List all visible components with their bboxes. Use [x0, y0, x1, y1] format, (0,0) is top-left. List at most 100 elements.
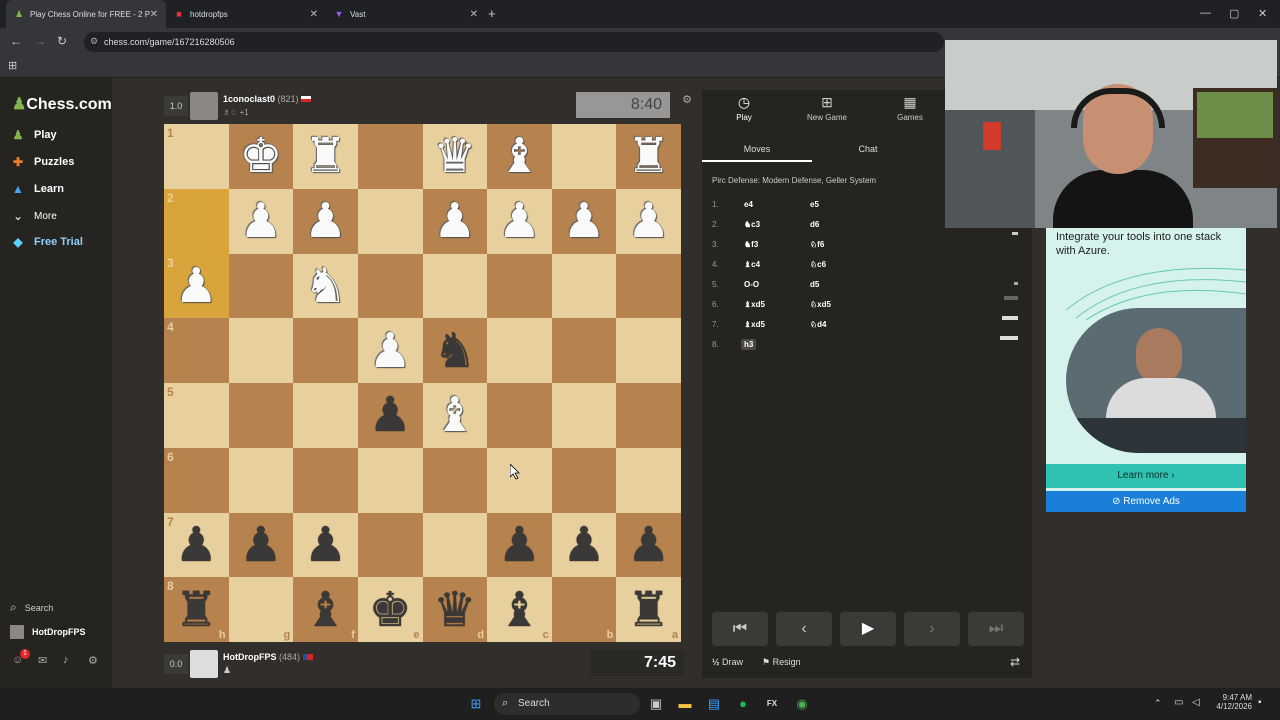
board-square[interactable] — [487, 318, 552, 383]
board-square[interactable]: ♚ — [228, 124, 294, 189]
board-square[interactable] — [487, 383, 552, 448]
board-square[interactable] — [551, 318, 617, 383]
sidebar-item-puzzles[interactable]: ✚ Puzzles — [10, 155, 74, 169]
remove-ads-button[interactable]: ⊘ Remove Ads — [1046, 491, 1246, 512]
board-square[interactable]: ♟ — [228, 188, 294, 254]
white-move[interactable]: ♝xd5 — [744, 300, 765, 309]
board-square[interactable] — [487, 447, 552, 513]
board-square[interactable] — [422, 447, 488, 513]
flip-board-icon[interactable]: ⇄ — [1010, 655, 1020, 669]
back-icon[interactable]: ← — [10, 34, 22, 48]
tab-play[interactable]: ◷ Play — [704, 94, 784, 122]
white-bishop-icon[interactable]: ♝ — [498, 132, 541, 180]
close-tab-icon[interactable]: ✕ — [150, 9, 158, 20]
board-square[interactable] — [616, 383, 681, 448]
close-tab-icon[interactable]: ✕ — [470, 9, 478, 20]
board-square[interactable]: c ♝ — [487, 577, 552, 642]
notification-icon[interactable]: ▪ — [1258, 697, 1262, 708]
board-square[interactable]: g — [228, 577, 294, 642]
board-square[interactable] — [551, 253, 617, 319]
player-name[interactable]: HotDropFPS (484) — [223, 652, 313, 662]
tab-hotdropfps[interactable]: ■ hotdropfps ✕ — [166, 0, 326, 28]
gear-icon[interactable]: ⚙ — [88, 654, 98, 667]
learn-more-button[interactable]: Learn more › — [1046, 464, 1246, 488]
black-bishop-icon[interactable]: ♝ — [304, 586, 347, 634]
board-square[interactable]: ♟ — [422, 188, 488, 254]
black-pawn-icon[interactable]: ♟ — [304, 521, 347, 569]
network-icon[interactable]: ▭ — [1174, 697, 1183, 708]
board-square[interactable]: 6 — [164, 447, 229, 513]
maximize-icon[interactable]: ▢ — [1229, 7, 1239, 20]
board-square[interactable]: ♝ — [487, 124, 552, 189]
board-square[interactable] — [357, 124, 423, 189]
board-square[interactable] — [357, 512, 423, 578]
board-square[interactable] — [228, 383, 294, 448]
board-square[interactable]: b — [551, 577, 617, 642]
board-square[interactable]: 8 h ♜ — [164, 577, 229, 642]
apps-grid-icon[interactable]: ⊞ — [8, 59, 17, 72]
close-window-icon[interactable]: ✕ — [1258, 7, 1267, 20]
white-rook-icon[interactable]: ♜ — [627, 132, 670, 180]
notepad-icon[interactable]: ▤ — [706, 696, 722, 712]
white-pawn-icon[interactable]: ♟ — [498, 197, 541, 245]
minimize-icon[interactable]: — — [1200, 7, 1211, 19]
tab-new-game[interactable]: ⊞ New Game — [787, 94, 867, 122]
subtab-chat[interactable]: Chat — [813, 136, 923, 162]
draw-button[interactable]: ½ Draw — [712, 657, 743, 667]
board-square[interactable]: ♟ — [551, 188, 617, 254]
opening-name[interactable]: Pirc Defense: Modern Defense, Geller Sys… — [712, 176, 876, 185]
white-knight-icon[interactable]: ♞ — [304, 262, 347, 310]
board-square[interactable]: 2 — [164, 188, 229, 254]
white-pawn-icon[interactable]: ♟ — [627, 197, 670, 245]
tray-chevron-icon[interactable]: ⌃ — [1154, 698, 1162, 709]
sidebar-profile[interactable]: HotDropFPS — [10, 625, 86, 639]
board-square[interactable]: ♜ — [293, 124, 358, 189]
first-move-button[interactable]: ⏮ — [712, 612, 768, 646]
board-square[interactable]: ♜ — [616, 124, 681, 189]
board-square[interactable]: a ♜ — [616, 577, 681, 642]
taskbar-search[interactable]: ⌕ Search — [494, 693, 640, 715]
board-square[interactable] — [293, 318, 358, 383]
white-queen-icon[interactable]: ♛ — [433, 132, 476, 180]
board-square[interactable]: ♟ — [616, 512, 681, 578]
forward-icon[interactable]: → — [34, 34, 46, 48]
white-pawn-icon[interactable]: ♟ — [563, 197, 606, 245]
board-square[interactable]: 1 — [164, 124, 229, 189]
white-pawn-icon[interactable]: ♟ — [175, 262, 218, 310]
black-rook-icon[interactable]: ♜ — [627, 586, 670, 634]
black-move[interactable]: ♘c6 — [810, 260, 826, 269]
white-rook-icon[interactable]: ♜ — [304, 132, 347, 180]
white-move[interactable]: ♞f3 — [744, 240, 758, 249]
board-square[interactable] — [616, 447, 681, 513]
url-input[interactable]: ⚙ chess.com/game/167216280506 — [84, 32, 944, 52]
site-info-icon[interactable]: ⚙ — [90, 36, 98, 47]
white-move[interactable]: O-O — [744, 280, 759, 289]
black-pawn-icon[interactable]: ♟ — [239, 521, 282, 569]
clock-area[interactable]: 9:47 AM 4/12/2026 — [1206, 693, 1252, 711]
black-move[interactable]: e5 — [810, 200, 819, 209]
reload-icon[interactable]: ↻ — [57, 34, 67, 48]
board-square[interactable] — [228, 447, 294, 513]
black-pawn-icon[interactable]: ♟ — [369, 391, 412, 439]
black-move[interactable]: d6 — [810, 220, 819, 229]
black-rook-icon[interactable]: ♜ — [175, 586, 218, 634]
board-square[interactable]: ♟ — [487, 512, 552, 578]
sidebar-search[interactable]: ⌕ Search — [10, 600, 53, 615]
black-pawn-icon[interactable]: ♟ — [175, 521, 218, 569]
sidebar-item-more[interactable]: ⌄ More — [10, 209, 57, 223]
player-avatar[interactable] — [190, 650, 218, 678]
tab-games[interactable]: ▦ Games — [870, 94, 950, 122]
play-button[interactable]: ▶ — [840, 612, 896, 646]
black-move[interactable]: ♘xd5 — [810, 300, 831, 309]
volume-icon[interactable]: ◁ — [1192, 697, 1200, 708]
board-square[interactable]: ♟ — [551, 512, 617, 578]
white-pawn-icon[interactable]: ♟ — [239, 197, 282, 245]
board-square[interactable]: ♟ — [357, 318, 423, 383]
bell-icon[interactable]: ♪ — [63, 654, 69, 666]
board-square[interactable]: ♟ — [228, 512, 294, 578]
black-move[interactable]: ♘d4 — [810, 320, 827, 329]
board-square[interactable]: ♞ — [422, 318, 488, 383]
resign-button[interactable]: ⚑ Resign — [762, 657, 801, 668]
hud-fx-icon[interactable]: FX — [764, 696, 780, 712]
board-square[interactable]: ♝ — [422, 383, 488, 448]
